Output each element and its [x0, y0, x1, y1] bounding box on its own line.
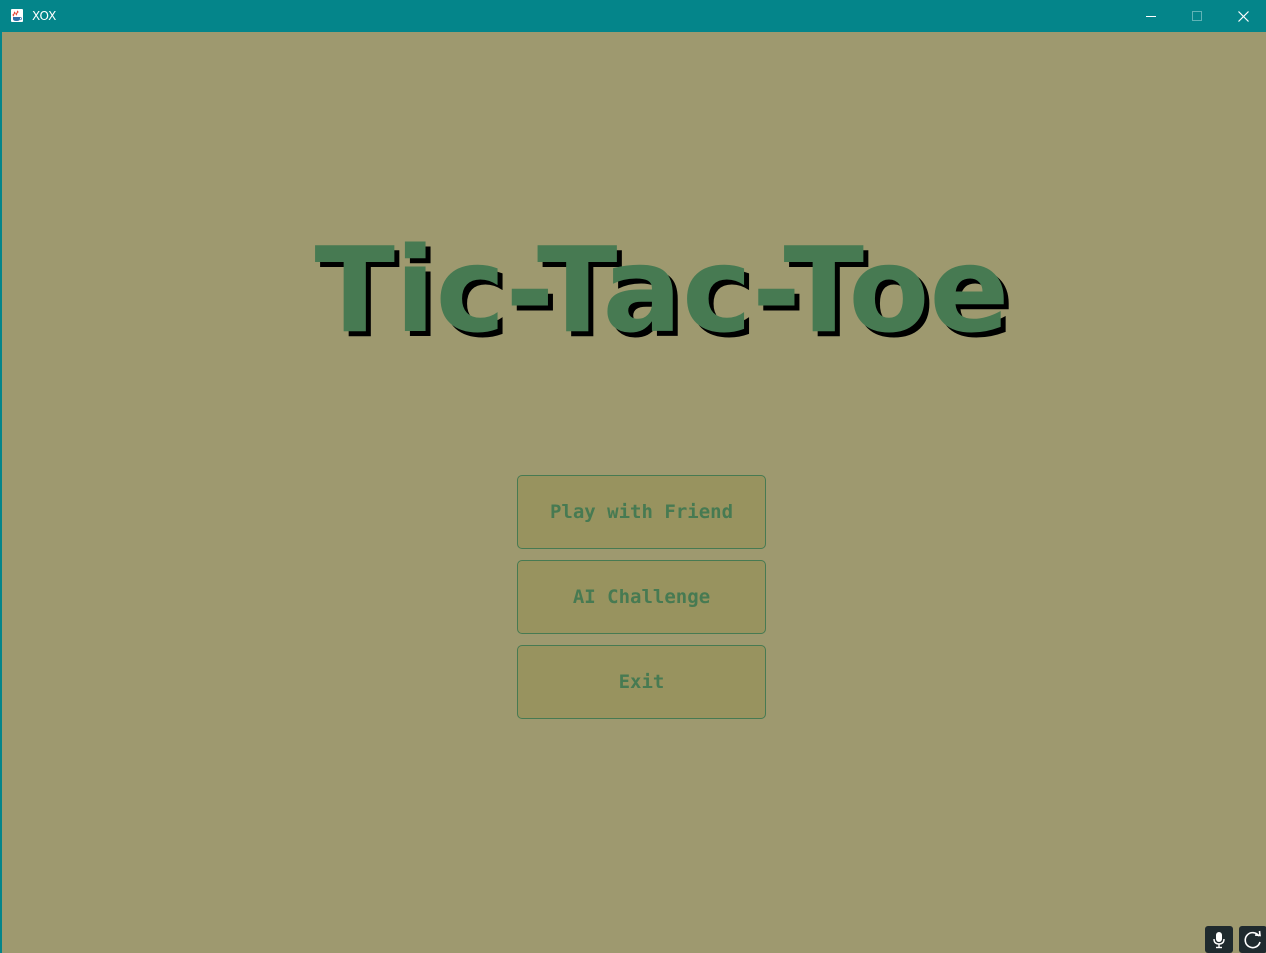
exit-button[interactable]: Exit — [517, 645, 766, 719]
game-title: Tic-Tac-Toe — [314, 221, 1010, 359]
microphone-icon — [1213, 931, 1225, 948]
minimize-icon — [1146, 16, 1156, 17]
minimize-button[interactable] — [1128, 1, 1174, 31]
close-icon — [1237, 10, 1249, 22]
microphone-button[interactable] — [1205, 926, 1233, 953]
title-bar[interactable]: XOX — [1, 1, 1265, 31]
main-menu-panel: Tic-Tac-Toe Play with Friend AI Challeng… — [2, 32, 1266, 953]
window-title: XOX — [32, 9, 57, 23]
maximize-icon — [1192, 11, 1202, 21]
ai-challenge-button[interactable]: AI Challenge — [517, 560, 766, 634]
play-with-friend-button[interactable]: Play with Friend — [517, 475, 766, 549]
refresh-button[interactable] — [1239, 926, 1266, 953]
app-window: XOX Tic-Tac-Toe Play with Friend AI Chal… — [0, 0, 1266, 953]
close-button[interactable] — [1220, 1, 1266, 31]
refresh-icon — [1244, 930, 1261, 948]
maximize-button[interactable] — [1174, 1, 1220, 31]
java-cup-icon — [10, 8, 24, 23]
